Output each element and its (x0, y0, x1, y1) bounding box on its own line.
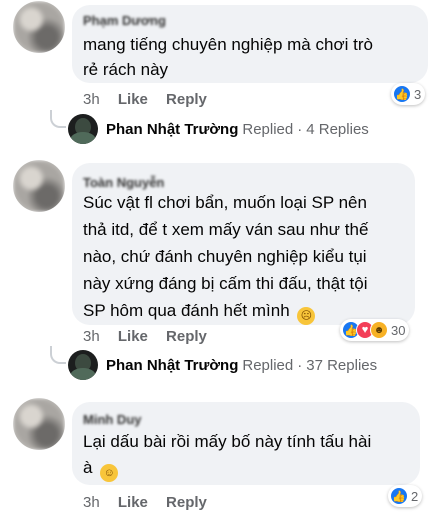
comment-author[interactable]: Phạm Dương (83, 13, 166, 28)
avatar[interactable] (13, 1, 65, 53)
thread-connector (50, 110, 66, 128)
thumbs-up-icon: 👍 (390, 487, 408, 505)
comment-actions: 3h Like Reply (83, 494, 221, 511)
reply-count: 37 Replies (306, 356, 378, 374)
comment-time[interactable]: 3h (83, 494, 100, 511)
comment-text-line: nào, chứ đánh chuyên nghiệp kiểu tụi (83, 247, 367, 266)
reaction-summary[interactable]: 👍 ♥ ☻ 30 (340, 319, 410, 341)
reply-thread-link[interactable]: Phan Nhật Trường Replied · 37 Replies (68, 350, 377, 380)
comment-text-line: rẻ rách này (83, 60, 169, 79)
comment-actions: 3h Like Reply (83, 328, 221, 345)
comment-time[interactable]: 3h (83, 328, 100, 345)
comment-text-line: Lại dấu bài rồi mấy bố này tính tấu hài (83, 432, 372, 451)
comment-actions: 3h Like Reply (83, 91, 221, 108)
reply-count: 4 Replies (306, 120, 369, 138)
reply-button[interactable]: Reply (166, 494, 207, 511)
reaction-count: 30 (391, 322, 406, 338)
separator: · (297, 120, 303, 138)
rolling-on-floor-laughing-emoji: ☺ (100, 464, 119, 483)
reply-thread-link[interactable]: Phan Nhật Trường Replied · 4 Replies (68, 114, 369, 144)
avatar[interactable] (13, 160, 65, 212)
separator: · (297, 356, 303, 374)
comment-text-line: à ☺ (83, 455, 119, 483)
reply-author: Phan Nhật Trường (106, 356, 239, 374)
comment-text-line: SP hôm qua đánh hết mình ☹ (83, 298, 316, 326)
reaction-count: 3 (414, 86, 422, 102)
like-button[interactable]: Like (118, 494, 148, 511)
like-button[interactable]: Like (118, 328, 148, 345)
thumbs-up-icon: 👍 (393, 85, 411, 103)
comment-time[interactable]: 3h (83, 91, 100, 108)
comment-text: SP hôm qua đánh hết mình (83, 301, 290, 320)
comment-2: Toàn Nguyễn Súc vật fl chơi bẩn, muốn lo… (0, 150, 443, 382)
comment-text-line: Súc vật fl chơi bẩn, muốn loại SP nên (83, 193, 367, 212)
comment-bubble: Minh Duy Lại dấu bài rồi mấy bố này tính… (72, 402, 420, 485)
reply-avatar (68, 114, 98, 144)
comment-1: Phạm Dương mang tiếng chuyên nghiệp mà c… (0, 0, 443, 150)
comment-bubble: Phạm Dương mang tiếng chuyên nghiệp mà c… (72, 5, 428, 83)
like-button[interactable]: Like (118, 91, 148, 108)
reaction-summary[interactable]: 👍 3 (391, 83, 426, 105)
laughing-emoji-icon: ☻ (370, 321, 388, 339)
comment-text-line: này xứng đáng bị cấm thi đấu, thật tội (83, 274, 368, 293)
reaction-count: 2 (411, 488, 419, 504)
reply-verb: Replied (242, 120, 294, 138)
avatar[interactable] (13, 398, 65, 450)
comment-text-line: mang tiếng chuyên nghiệp mà chơi trò (83, 35, 373, 54)
reply-button[interactable]: Reply (166, 328, 207, 345)
disappointed-face-emoji: ☹ (297, 307, 316, 326)
reply-verb: Replied (242, 356, 294, 374)
reaction-summary[interactable]: 👍 2 (388, 485, 423, 507)
comment-bubble: Toàn Nguyễn Súc vật fl chơi bẩn, muốn lo… (72, 163, 415, 326)
comment-text: à (83, 458, 93, 477)
thread-connector (50, 346, 66, 364)
comment-3: Minh Duy Lại dấu bài rồi mấy bố này tính… (0, 388, 443, 518)
reply-author: Phan Nhật Trường (106, 120, 239, 138)
comment-text-line: thả itd, để t xem mấy ván sau như thế (83, 220, 369, 239)
reply-avatar (68, 350, 98, 380)
reply-button[interactable]: Reply (166, 91, 207, 108)
comment-author[interactable]: Minh Duy (83, 412, 142, 427)
comment-author[interactable]: Toàn Nguyễn (83, 175, 164, 190)
